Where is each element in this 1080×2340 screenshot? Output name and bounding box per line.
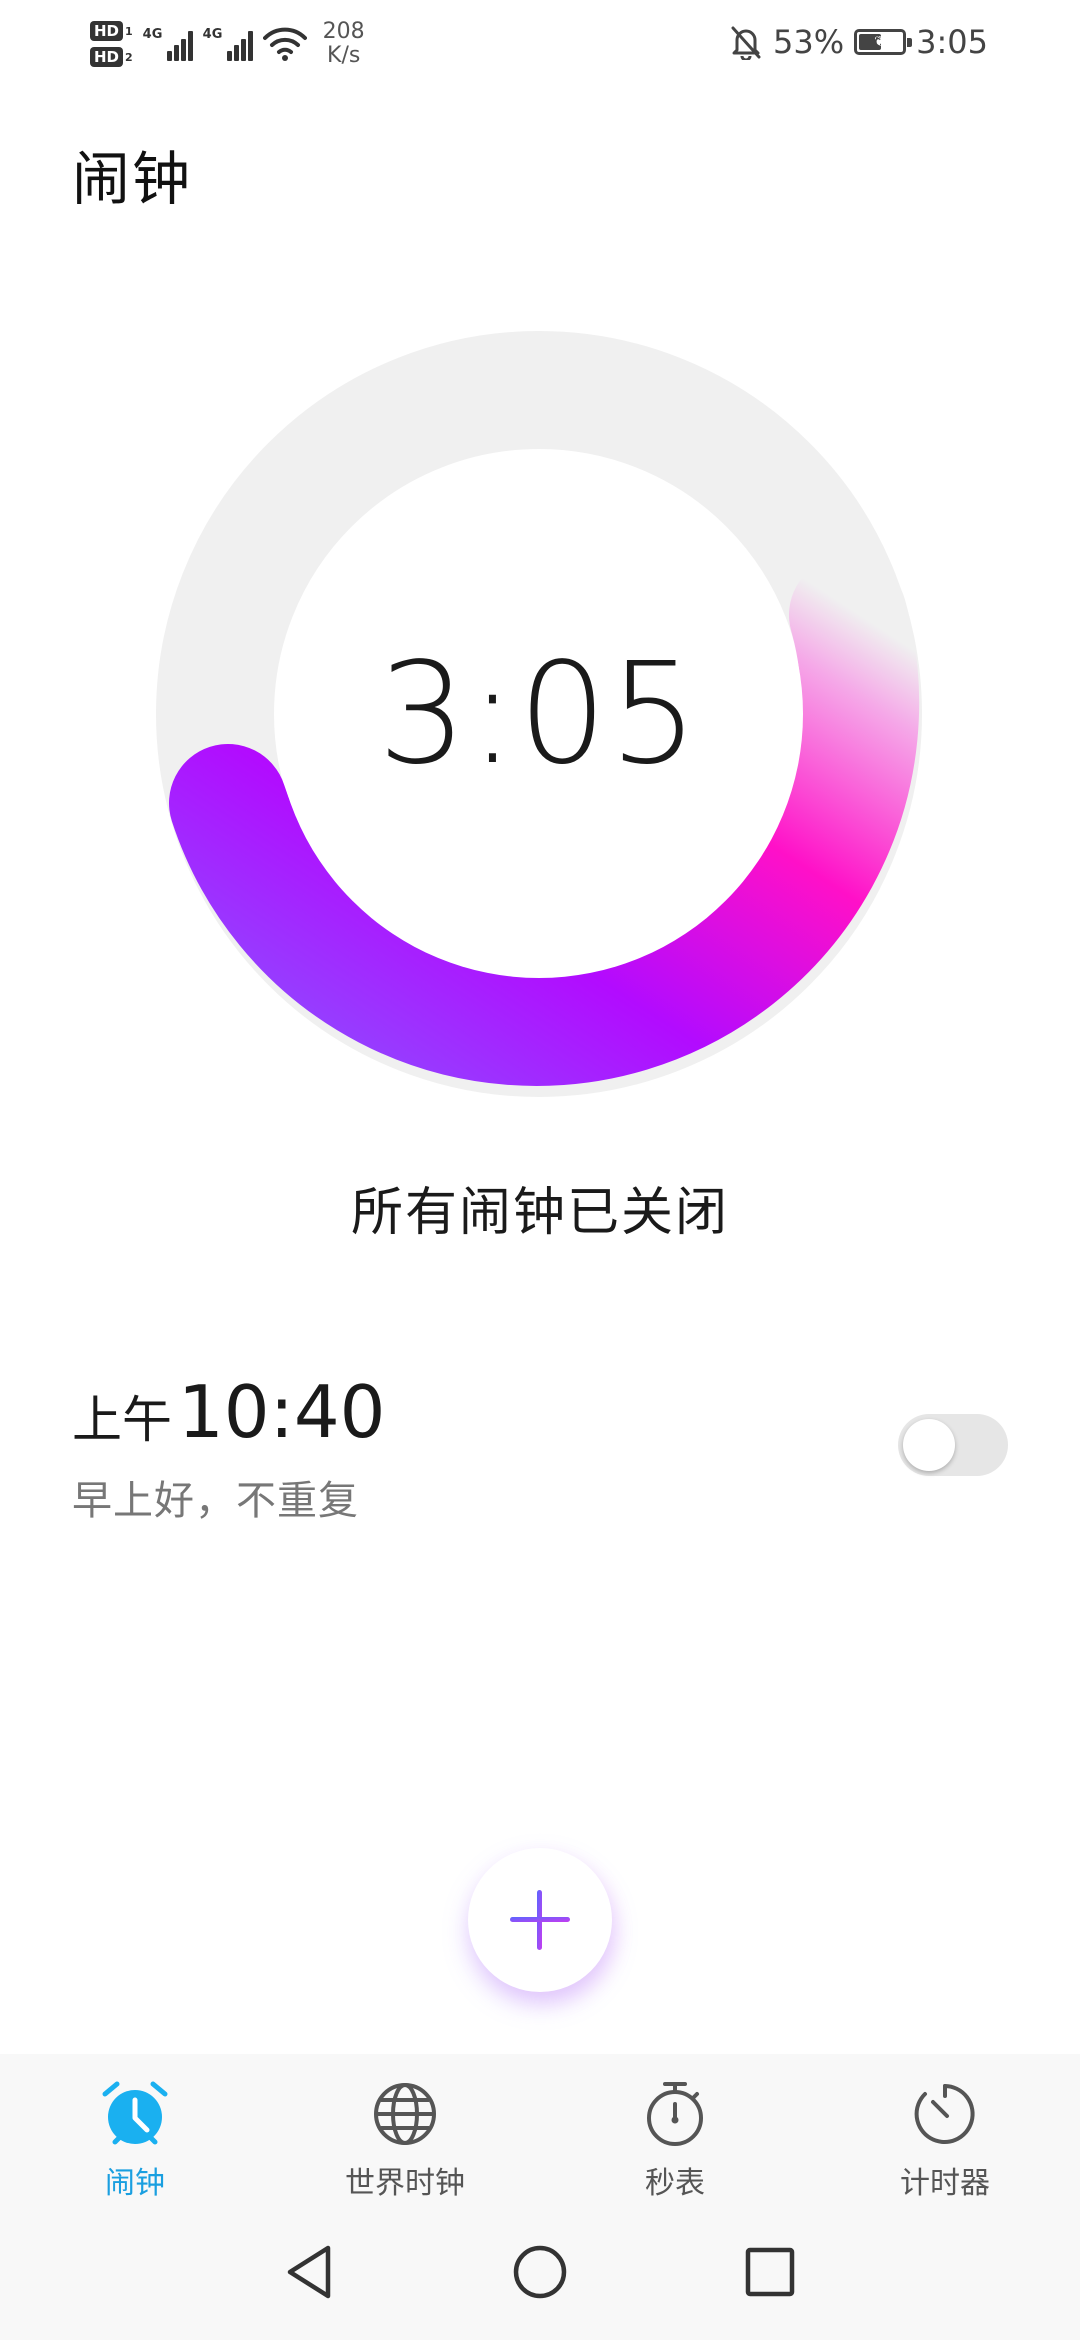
signal-icon: 4G [143, 27, 193, 61]
tab-stopwatch[interactable]: 秒表 [575, 2078, 775, 2202]
net-speed-unit: K/s [327, 43, 361, 68]
battery-icon: ❦ [854, 29, 913, 55]
home-circle-icon[interactable] [508, 2240, 572, 2304]
add-alarm-button[interactable] [468, 1848, 612, 1992]
alarm-status-message: 所有闹钟已关闭 [350, 1183, 729, 1243]
tab-timer-label: 计时器 [900, 2166, 990, 2201]
alarm-toggle[interactable] [898, 1414, 1008, 1476]
status-bar: HD 1 HD 2 4G 4G 208 K/s 53% ❦ 3:05 [0, 0, 1080, 84]
stopwatch-icon [647, 2082, 703, 2146]
hd2-label: HD [90, 47, 124, 67]
clock-ring: 3:05 [148, 323, 930, 1105]
alarm-ampm: 上午 [72, 1391, 172, 1449]
battery-percent: 53% [773, 23, 845, 61]
system-nav-bar [0, 2204, 1080, 2340]
back-triangle-icon[interactable] [278, 2240, 342, 2304]
alarm-label: 早上好，不重复 [72, 1478, 359, 1524]
tab-world-clock[interactable]: 世界时钟 [305, 2078, 505, 2202]
alarm-item[interactable]: 上午 10:40 早上好，不重复 [72, 1370, 1008, 1540]
bell-off-icon [731, 26, 761, 60]
status-time: 3:05 [916, 23, 988, 61]
page-title: 闹钟 [72, 145, 193, 213]
tab-stopwatch-label: 秒表 [645, 2166, 705, 2201]
wifi-icon [262, 27, 307, 61]
signal-icon: 4G [203, 27, 253, 61]
globe-icon [374, 2083, 436, 2145]
sim2-type: 4G [202, 27, 223, 42]
tab-world-clock-label: 世界时钟 [345, 2166, 465, 2201]
tab-alarm-label: 闹钟 [105, 2166, 165, 2201]
bottom-nav: 闹钟 世界时钟 秒表 计时器 [0, 2054, 1080, 2204]
hd2-sim: 2 [125, 50, 133, 64]
alarm-time: 上午 10:40 [72, 1370, 1008, 1454]
timer-icon [914, 2084, 975, 2144]
current-time: 3:05 [377, 632, 701, 796]
toggle-knob [903, 1419, 955, 1471]
recents-square-icon[interactable] [738, 2240, 802, 2304]
alarm-clock-icon [102, 2081, 168, 2145]
hd-icon: HD 1 HD 2 [90, 21, 133, 67]
tab-timer[interactable]: 计时器 [845, 2078, 1045, 2202]
hd1-label: HD [90, 21, 124, 41]
tab-alarm[interactable]: 闹钟 [35, 2078, 235, 2202]
status-bar-right: 53% ❦ 3:05 [729, 18, 988, 66]
plus-icon [510, 1890, 570, 1950]
net-speed-value: 208 [322, 19, 365, 44]
hd1-sim: 1 [125, 24, 133, 38]
network-speed: 208 K/s [323, 20, 365, 68]
sim1-type: 4G [142, 27, 163, 42]
status-bar-left: HD 1 HD 2 4G 4G 208 K/s [90, 14, 365, 74]
alarm-clock-time: 10:40 [178, 1370, 386, 1454]
